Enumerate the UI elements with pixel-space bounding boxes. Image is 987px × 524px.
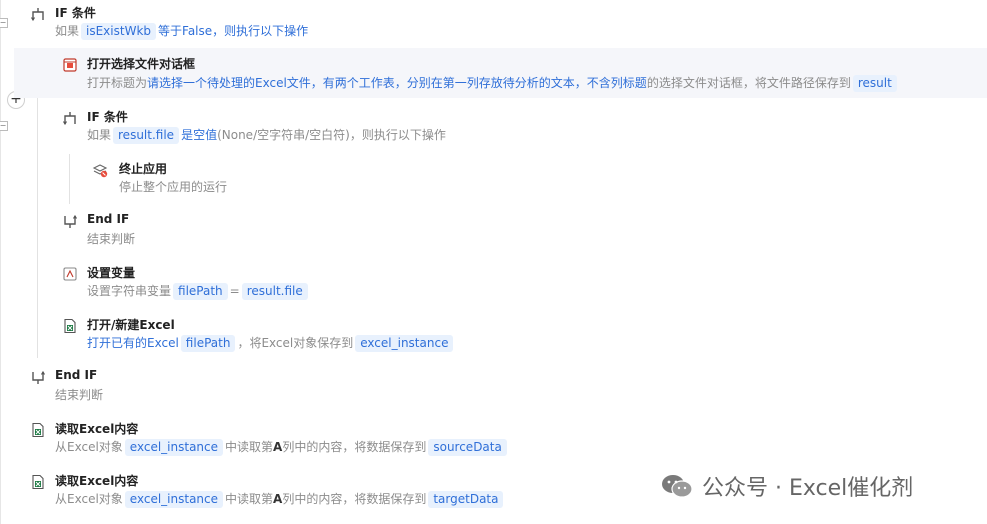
end-if-icon — [32, 370, 46, 384]
if-branch-icon — [30, 8, 44, 22]
step-desc: 设置字符串变量 filePath = result.file — [87, 282, 310, 300]
step-desc: 从Excel对象 excel_instance 中读取第A列中的内容，将数据保存到 t… — [55, 490, 505, 508]
watermark-text: 公众号 · Excel催化剂 — [702, 476, 914, 501]
step-desc: 从Excel对象 excel_instance 中读取第A列中的内容，将数据保存到 s… — [55, 438, 509, 456]
step-title: IF 条件 — [55, 6, 96, 20]
step-title: 打开/新建Excel — [87, 318, 175, 332]
step-desc: 打开已有的Excel filePath ，将Excel对象保存到 excel_inst… — [87, 334, 455, 352]
end-if-icon — [64, 214, 78, 228]
step-end-if-1[interactable]: End IF 结束判断 — [12, 364, 987, 408]
excel-file-icon — [32, 422, 44, 438]
step-desc: 结束判断 — [87, 232, 136, 246]
stop-app-icon — [92, 164, 108, 178]
variable-chip[interactable]: result — [852, 75, 897, 92]
step-title: End IF — [87, 212, 130, 226]
file-dialog-icon — [63, 58, 77, 72]
excel-file-icon — [32, 474, 44, 490]
variable-chip[interactable]: filePath — [180, 335, 236, 352]
step-title: 读取Excel内容 — [55, 422, 139, 436]
step-title: End IF — [55, 368, 98, 382]
variable-chip[interactable]: targetData — [428, 491, 504, 508]
variable-chip[interactable]: excel_instance — [355, 335, 454, 352]
set-variable-icon — [63, 267, 77, 281]
watermark: 公众号 · Excel催化剂 — [660, 470, 913, 502]
step-stop-app[interactable]: 终止应用 停止整个应用的运行 — [76, 156, 987, 200]
variable-chip[interactable]: result.file — [241, 283, 308, 300]
step-title: 设置变量 — [87, 266, 136, 280]
gutter-line — [0, 0, 1, 524]
step-read-excel-1[interactable]: 读取Excel内容 从Excel对象 excel_instance 中读取第A列中的… — [12, 416, 987, 460]
variable-chip[interactable]: isExistWkb — [81, 23, 157, 40]
step-open-excel[interactable]: 打开/新建Excel 打开已有的Excel filePath ，将Excel对象保存… — [44, 312, 987, 356]
excel-file-icon — [64, 318, 76, 334]
if-block-guide-2 — [69, 154, 70, 204]
if-branch-icon — [62, 112, 76, 126]
collapse-if-button[interactable]: − — [0, 18, 8, 28]
variable-chip[interactable]: sourceData — [428, 439, 507, 456]
step-desc: 停止整个应用的运行 — [119, 180, 228, 194]
variable-chip[interactable]: result.file — [113, 127, 180, 144]
variable-chip[interactable]: filePath — [173, 283, 228, 300]
step-open-file-dialog[interactable]: 打开选择文件对话框 打开标题为请选择一个待处理的Excel文件，有两个工作表，分… — [14, 48, 987, 98]
wechat-logo-icon — [662, 475, 693, 498]
collapse-if-button-2[interactable]: − — [0, 121, 8, 131]
step-set-variable[interactable]: 设置变量 设置字符串变量 filePath = result.file — [44, 260, 987, 304]
step-title: 终止应用 — [119, 162, 168, 176]
step-desc: 结束判断 — [55, 388, 104, 402]
variable-chip[interactable]: excel_instance — [124, 439, 224, 456]
step-if-1[interactable]: IF 条件 如果 isExistWkb 等于False，则执行以下操作 — [12, 0, 987, 44]
step-title: 读取Excel内容 — [55, 474, 139, 488]
step-title: 打开选择文件对话框 — [87, 57, 196, 71]
step-desc: 打开标题为请选择一个待处理的Excel文件，有两个工作表，分别在第一列存放待分析… — [87, 74, 899, 92]
step-desc: 如果 isExistWkb 等于False，则执行以下操作 — [55, 23, 309, 40]
step-end-if-2[interactable]: End IF 结束判断 — [44, 208, 987, 252]
step-if-2[interactable]: IF 条件 如果 result.file 是空值(None/空字符串/空白符)，则执… — [44, 104, 987, 148]
step-desc: 如果 result.file 是空值(None/空字符串/空白符)，则执行以下操作 — [87, 127, 446, 144]
variable-chip[interactable]: excel_instance — [124, 491, 224, 508]
step-title: IF 条件 — [87, 110, 128, 124]
